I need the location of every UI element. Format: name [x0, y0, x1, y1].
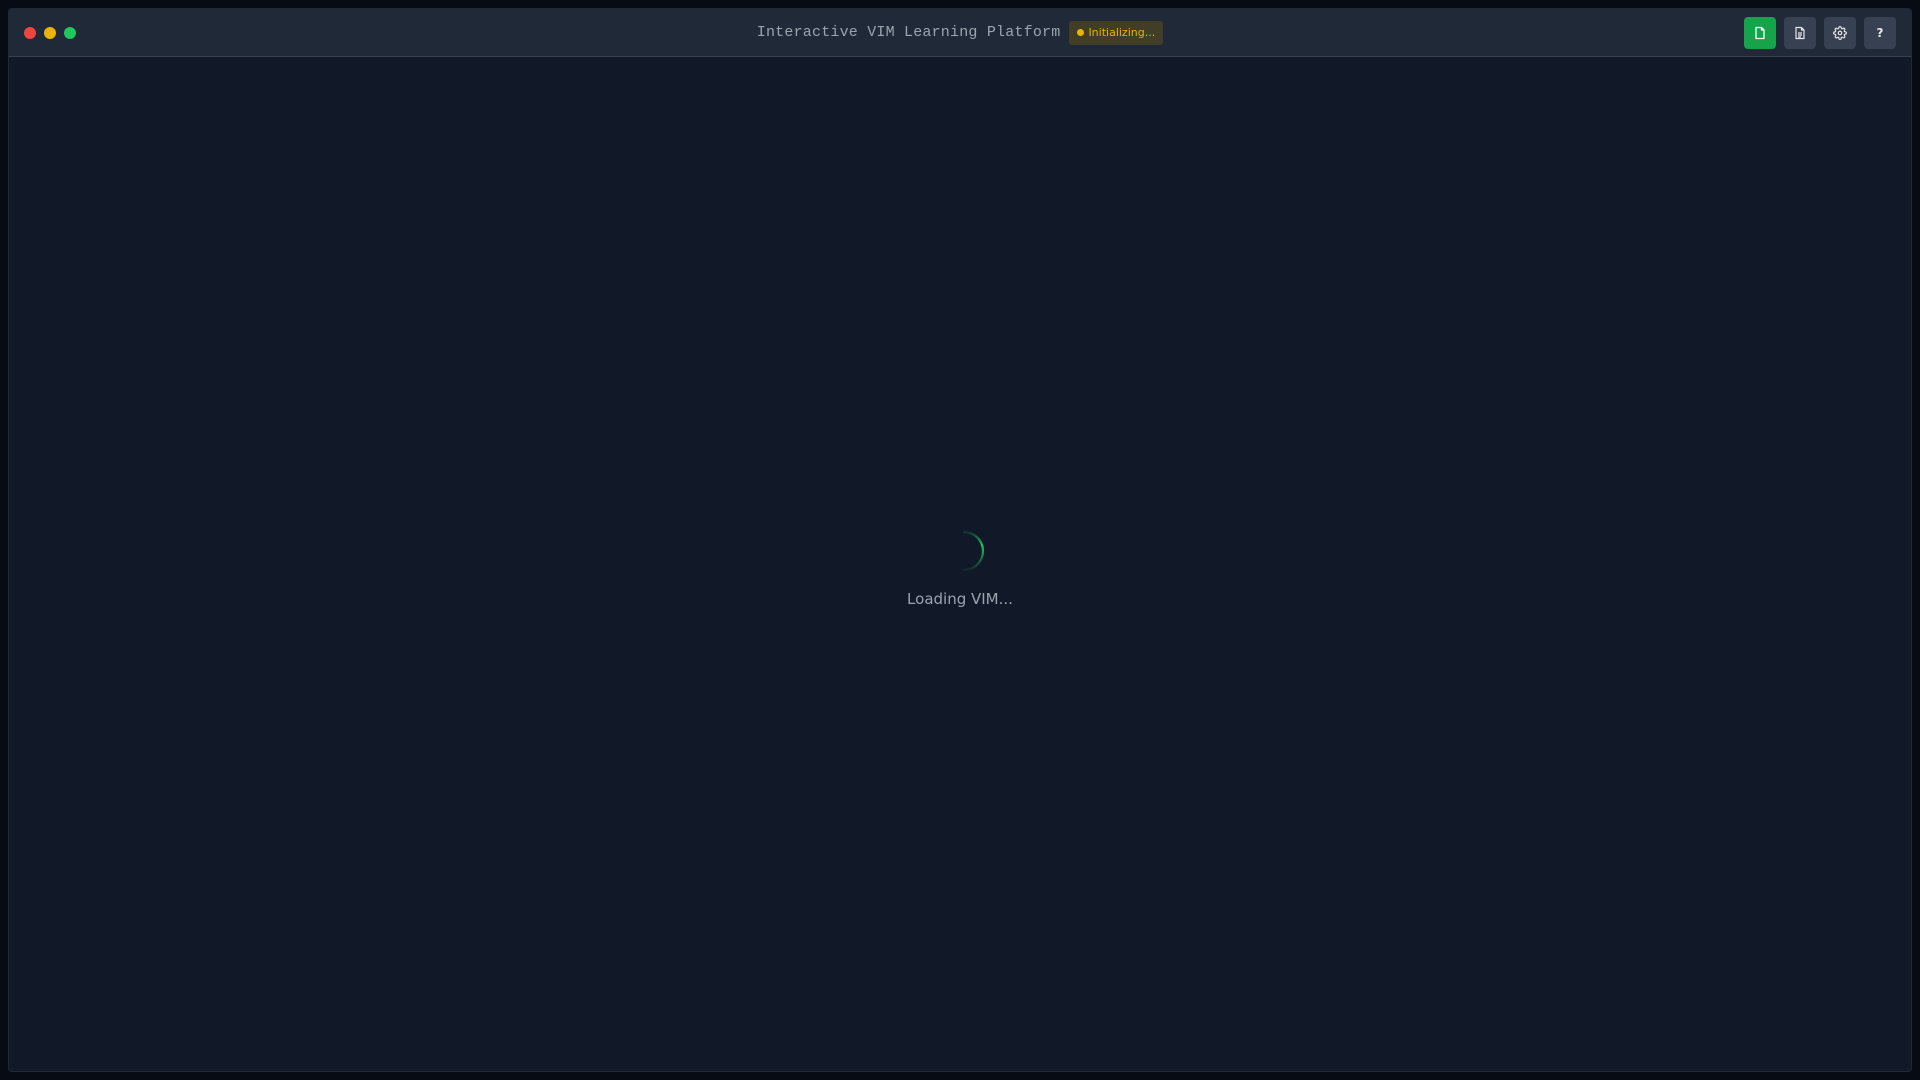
new-file-button[interactable]: [1744, 17, 1776, 49]
new-file-icon: [1755, 26, 1765, 40]
title-group: Interactive VIM Learning Platform Initia…: [9, 9, 1911, 56]
loading-spinner-icon: [962, 530, 985, 572]
window-title: Interactive VIM Learning Platform: [756, 24, 1061, 41]
loading-text: Loading VIM...: [907, 590, 1013, 608]
gear-icon: [1833, 26, 1847, 40]
document-icon: [1795, 26, 1805, 40]
loading-indicator: Loading VIM...: [9, 529, 1911, 608]
status-dot-icon: [1077, 29, 1085, 36]
title-bar: Interactive VIM Learning Platform Initia…: [9, 9, 1911, 57]
app-window: Interactive VIM Learning Platform Initia…: [8, 8, 1912, 1072]
settings-button[interactable]: [1824, 17, 1856, 49]
help-icon: ?: [1876, 26, 1884, 40]
document-button[interactable]: [1784, 17, 1816, 49]
editor-area: Loading VIM...: [9, 57, 1911, 1071]
help-button[interactable]: ?: [1864, 17, 1896, 49]
status-badge-label: Initializing...: [1088, 26, 1156, 39]
toolbar: ?: [1744, 17, 1896, 49]
status-badge: Initializing...: [1069, 20, 1164, 45]
